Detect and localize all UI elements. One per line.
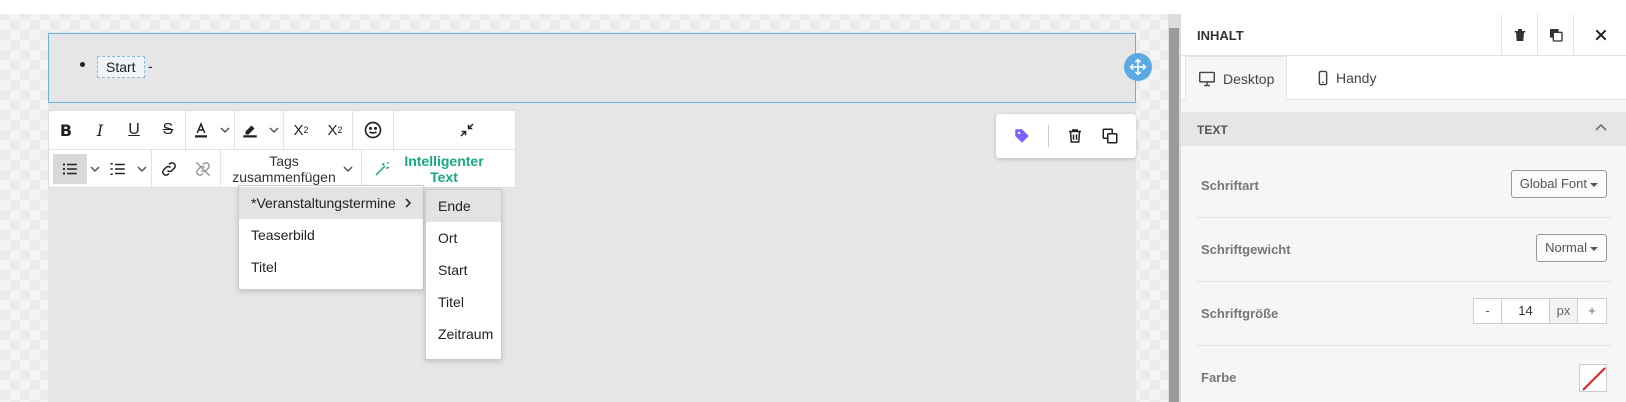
merge-tags-label: Tags zusammenfügen xyxy=(232,153,336,185)
color-swatch[interactable] xyxy=(1579,364,1607,392)
chevron-down-icon[interactable] xyxy=(265,111,283,149)
trash-icon[interactable] xyxy=(1066,127,1084,145)
color-label: Farbe xyxy=(1201,370,1237,385)
duplicate-icon[interactable] xyxy=(1101,127,1119,145)
font-weight-value: Normal xyxy=(1545,240,1587,255)
canvas-scrollbar-thumb[interactable] xyxy=(1169,28,1179,402)
font-size-stepper: - 14 px + xyxy=(1473,298,1607,324)
italic-icon[interactable]: I xyxy=(83,111,117,149)
list-bullet xyxy=(80,62,85,67)
merge-tags-menu: *Veranstaltungstermine Teaserbild Titel xyxy=(238,185,424,290)
emoji-icon[interactable] xyxy=(353,111,393,149)
submenu-item-start[interactable]: Start xyxy=(426,254,501,286)
tab-label: Desktop xyxy=(1223,71,1275,87)
divider xyxy=(1047,125,1049,147)
tab-handy[interactable]: Handy xyxy=(1305,56,1388,100)
font-family-dropdown[interactable]: Global Font xyxy=(1510,170,1607,198)
size-unit: px xyxy=(1550,299,1578,323)
smart-text-button[interactable]: Intelligenter Text xyxy=(362,150,500,188)
caret-down-icon xyxy=(1590,182,1598,187)
duplicate-icon xyxy=(1549,29,1563,42)
font-family-label: Schriftart xyxy=(1201,178,1259,193)
chevron-down-icon xyxy=(343,166,353,173)
no-color-icon xyxy=(1582,367,1606,391)
top-strip xyxy=(0,0,1626,14)
tab-label: Handy xyxy=(1336,70,1377,86)
chevron-up-icon xyxy=(1595,123,1607,131)
font-weight-row: Schriftgewicht Normal xyxy=(1197,218,1611,282)
chevron-right-icon xyxy=(405,198,412,208)
menu-item-titel[interactable]: Titel xyxy=(239,251,423,283)
list-item-text: - xyxy=(148,58,153,74)
chevron-down-icon[interactable] xyxy=(216,111,234,149)
delete-button[interactable] xyxy=(1501,14,1537,56)
numbered-list-icon[interactable] xyxy=(103,150,133,188)
merge-tags-button[interactable]: Tags zusammenfügen xyxy=(221,150,361,188)
highlight-icon[interactable] xyxy=(235,111,265,149)
move-handle[interactable] xyxy=(1124,53,1152,81)
submenu-item-ende[interactable]: Ende xyxy=(426,190,501,222)
underline-icon[interactable]: U xyxy=(117,111,151,149)
block-actions xyxy=(996,114,1136,158)
bold-icon[interactable]: B xyxy=(49,111,83,149)
link-icon[interactable] xyxy=(152,150,186,188)
font-size-label: Schriftgröße xyxy=(1201,306,1279,321)
close-icon xyxy=(1595,29,1606,41)
submenu-item-titel[interactable]: Titel xyxy=(426,286,501,318)
duplicate-button[interactable] xyxy=(1537,14,1573,56)
settings-panel: INHALT Desktop Handy TEXT Schriftart Glo… xyxy=(1180,14,1626,402)
increase-button[interactable]: + xyxy=(1578,299,1606,323)
menu-item-label: Teaserbild xyxy=(251,227,315,243)
section-text-header[interactable]: TEXT xyxy=(1181,112,1626,146)
device-tabs: Desktop Handy xyxy=(1181,56,1626,101)
panel-header: INHALT xyxy=(1181,14,1626,56)
magic-wand-icon xyxy=(375,162,389,176)
trash-icon xyxy=(1514,29,1525,41)
bullet-list-icon[interactable] xyxy=(53,154,87,184)
menu-item-teaserbild[interactable]: Teaserbild xyxy=(239,219,423,251)
panel-title: INHALT xyxy=(1197,28,1244,43)
decrease-button[interactable]: - xyxy=(1474,299,1502,323)
unlink-icon[interactable] xyxy=(186,150,220,188)
toolbar-row-1: B I U S X2 X2 xyxy=(49,111,515,150)
submenu-item-ort[interactable]: Ort xyxy=(426,222,501,254)
merge-tags-submenu: Ende Ort Start Titel Zeitraum xyxy=(425,189,502,360)
font-weight-label: Schriftgewicht xyxy=(1201,242,1291,257)
menu-item-label: Titel xyxy=(251,259,277,275)
menu-item-veranstaltungstermine[interactable]: *Veranstaltungstermine xyxy=(239,187,423,219)
move-icon xyxy=(1129,58,1147,76)
font-family-row: Schriftart Global Font xyxy=(1197,154,1611,218)
submenu-item-zeitraum[interactable]: Zeitraum xyxy=(426,318,501,350)
font-weight-dropdown[interactable]: Normal xyxy=(1536,234,1607,262)
subscript-icon[interactable]: X2 xyxy=(318,111,352,149)
rich-text-toolbar: B I U S X2 X2 Tags zusammenfügen Intelli… xyxy=(48,110,516,188)
chevron-down-icon[interactable] xyxy=(87,150,103,188)
font-family-value: Global Font xyxy=(1519,176,1587,191)
tab-desktop[interactable]: Desktop xyxy=(1185,56,1288,101)
merge-tag-start[interactable]: Start xyxy=(97,56,145,78)
desktop-icon xyxy=(1199,71,1215,87)
font-size-input[interactable]: 14 xyxy=(1502,299,1550,323)
strikethrough-icon[interactable]: S xyxy=(151,111,185,149)
color-row: Farbe xyxy=(1197,346,1611,402)
collapse-icon[interactable] xyxy=(394,111,486,149)
superscript-icon[interactable]: X2 xyxy=(284,111,318,149)
smart-text-label: Intelligenter Text xyxy=(404,153,484,185)
font-color-icon[interactable] xyxy=(186,111,216,149)
close-button[interactable] xyxy=(1573,14,1626,56)
section-title: TEXT xyxy=(1197,123,1228,137)
mobile-icon xyxy=(1318,70,1328,86)
toolbar-row-2: Tags zusammenfügen Intelligenter Text xyxy=(49,150,515,189)
caret-down-icon xyxy=(1590,246,1598,251)
tag-icon[interactable] xyxy=(1013,127,1031,145)
chevron-down-icon[interactable] xyxy=(133,150,151,188)
font-size-row: Schriftgröße - 14 px + xyxy=(1197,282,1611,346)
text-block[interactable] xyxy=(48,33,1136,103)
menu-item-label: *Veranstaltungstermine xyxy=(251,195,396,211)
